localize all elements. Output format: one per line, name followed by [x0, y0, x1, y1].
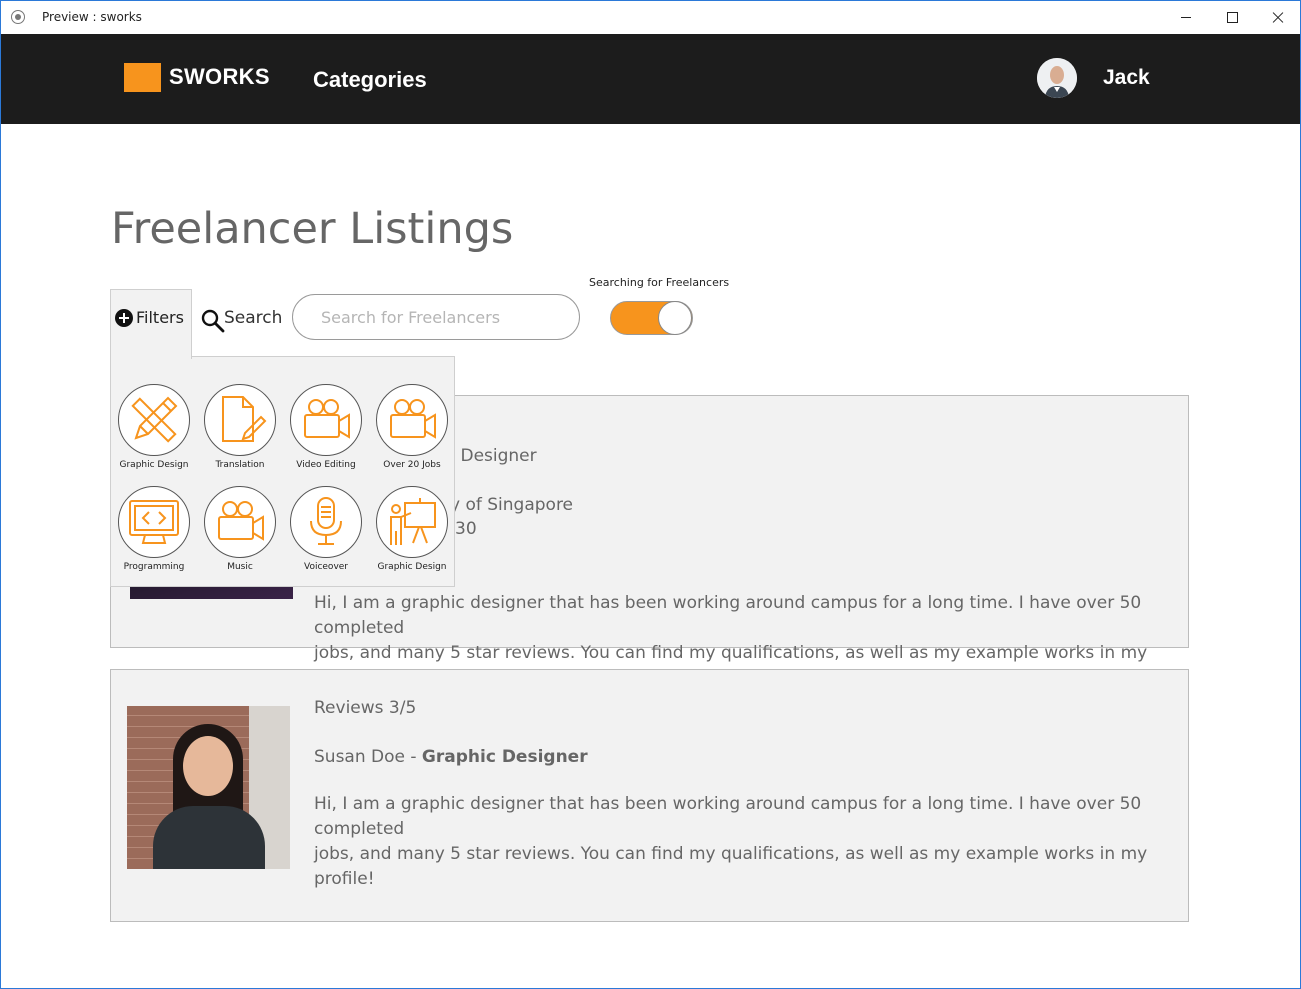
pencil-ruler-icon — [131, 396, 178, 443]
video-camera-icon — [304, 399, 350, 439]
filters-button[interactable]: Filters — [110, 289, 192, 359]
search-input[interactable] — [292, 294, 580, 340]
toggle-knob[interactable] — [658, 301, 692, 335]
filter-translation[interactable]: Translation — [197, 384, 283, 484]
app-window: Preview : sworks SWORKS Categories Jack … — [0, 0, 1301, 989]
description-line: Hi, I am a graphic designer that has bee… — [314, 794, 1142, 839]
logo-icon[interactable] — [124, 63, 161, 92]
microphone-icon — [310, 497, 342, 545]
filter-label: Over 20 Jobs — [383, 460, 441, 470]
user-name[interactable]: Jack — [1103, 66, 1150, 90]
title-bar: Preview : sworks — [1, 1, 1300, 34]
filter-label: Music — [227, 562, 253, 572]
presenter-board-icon — [390, 498, 436, 545]
photo-face — [183, 736, 233, 796]
maximize-button[interactable] — [1209, 1, 1255, 34]
freelancer-search-toggle[interactable] — [610, 301, 693, 335]
filter-label: Video Editing — [296, 460, 356, 470]
plus-circle-icon — [115, 309, 133, 327]
code-monitor-icon — [129, 500, 179, 544]
video-camera-icon — [218, 501, 264, 541]
filter-voiceover[interactable]: Voiceover — [283, 486, 369, 586]
filter-icon-circle[interactable] — [118, 486, 190, 558]
filter-icon-circle[interactable] — [376, 384, 448, 456]
filter-icon-circle[interactable] — [118, 384, 190, 456]
video-camera-icon — [390, 399, 436, 439]
filter-icon-circle[interactable] — [290, 486, 362, 558]
filter-icon-circle[interactable] — [290, 384, 362, 456]
name-role-line: Susan Doe - Graphic Designer — [314, 747, 588, 767]
listing-role-partial: ic Designer — [441, 446, 537, 466]
reviews-text: Reviews 3/5 — [314, 698, 417, 718]
filter-graphic-design[interactable]: Graphic Design — [111, 384, 197, 484]
filter-programming[interactable]: Programming — [111, 486, 197, 586]
categories-link[interactable]: Categories — [313, 67, 427, 93]
filter-music[interactable]: Music — [197, 486, 283, 586]
description-line: jobs, and many 5 star reviews. You can f… — [314, 844, 1148, 889]
filters-label: Filters — [136, 308, 184, 327]
close-button[interactable] — [1255, 1, 1300, 34]
freelancer-name[interactable]: Susan Doe — [314, 747, 405, 767]
freelancer-role: Graphic Designer — [421, 747, 588, 767]
minimize-button[interactable] — [1163, 1, 1209, 34]
toggle-label: Searching for Freelancers — [589, 276, 730, 289]
photo-body — [153, 806, 265, 869]
filter-panel: Graphic Design Translation Video Editing… — [110, 356, 455, 587]
filter-label: Graphic Design — [119, 460, 189, 470]
user-avatar[interactable] — [1037, 58, 1077, 98]
filter-icon-circle[interactable] — [204, 486, 276, 558]
filter-over-20-jobs[interactable]: Over 20 Jobs — [369, 384, 455, 484]
document-pen-icon — [222, 396, 267, 442]
filter-video-editing[interactable]: Video Editing — [283, 384, 369, 484]
listing-card[interactable]: Reviews 3/5 Susan Doe - Graphic Designer… — [110, 669, 1189, 922]
filter-label: Programming — [123, 562, 185, 572]
filter-label: Voiceover — [303, 562, 349, 572]
app-icon — [11, 10, 25, 24]
filter-icon-circle[interactable] — [376, 486, 448, 558]
page-title: Freelancer Listings — [111, 204, 514, 254]
listing-university-partial: y of Singapore — [450, 495, 574, 515]
filter-label: Translation — [215, 460, 265, 470]
search-icon[interactable] — [201, 309, 225, 333]
brand-name[interactable]: SWORKS — [169, 64, 270, 90]
listing-number-partial: 30 — [455, 519, 477, 539]
filter-icon-circle[interactable] — [204, 384, 276, 456]
description-line: Hi, I am a graphic designer that has bee… — [314, 593, 1142, 638]
filter-graphic-design-2[interactable]: Graphic Design — [369, 486, 455, 586]
filter-label: Graphic Design — [377, 562, 447, 572]
search-label[interactable]: Search — [224, 308, 282, 328]
freelancer-photo — [127, 706, 290, 869]
window-title: Preview : sworks — [42, 10, 142, 24]
name-separator: - — [404, 747, 422, 767]
listing-description: Hi, I am a graphic designer that has bee… — [314, 792, 1184, 892]
navbar: SWORKS Categories Jack — [1, 34, 1300, 124]
